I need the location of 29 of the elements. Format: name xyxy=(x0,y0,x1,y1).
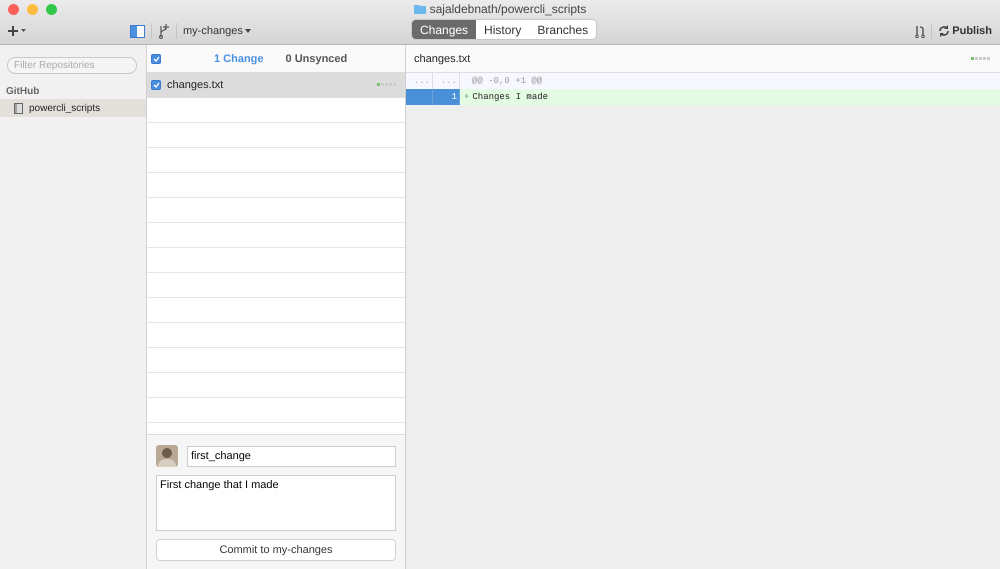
window-title: sajaldebnath/powercli_scripts xyxy=(430,2,586,16)
close-button[interactable] xyxy=(8,4,19,14)
section-header: GitHub xyxy=(5,85,40,99)
file-name: changes.txt xyxy=(167,79,224,91)
book-icon xyxy=(14,102,23,114)
tab[interactable]: Changes xyxy=(412,20,476,39)
change-bar-icon xyxy=(971,56,991,60)
folder-icon xyxy=(414,4,426,14)
select-all-checkbox[interactable] xyxy=(151,54,161,64)
branch-dropdown[interactable]: my-changes xyxy=(183,25,251,37)
commit-button[interactable]: Commit to my-changes xyxy=(156,539,396,561)
sync-icon xyxy=(938,25,950,37)
summary-field[interactable]: first_change xyxy=(187,446,396,466)
pull-request-icon[interactable] xyxy=(915,24,926,38)
file-row[interactable]: changes.txt xyxy=(147,73,405,98)
branch-add-icon[interactable] xyxy=(158,24,170,38)
avatar xyxy=(156,445,178,467)
description-field[interactable]: First change that I made xyxy=(156,475,396,531)
sidebar-toggle-icon[interactable] xyxy=(130,24,145,38)
tab[interactable]: Branches xyxy=(529,20,596,39)
repository-item[interactable]: powercli_scripts xyxy=(0,99,146,117)
tab[interactable]: History xyxy=(476,20,530,39)
publish-button[interactable]: Publish xyxy=(938,25,992,37)
caret-icon xyxy=(244,29,251,33)
filter-field[interactable]: Filter Repositories xyxy=(7,57,137,74)
unsynced-count[interactable]: 0 Unsynced xyxy=(286,52,348,64)
file-checkbox[interactable] xyxy=(151,80,161,90)
add-button[interactable] xyxy=(8,26,26,36)
diff-filename: changes.txt xyxy=(414,52,470,64)
